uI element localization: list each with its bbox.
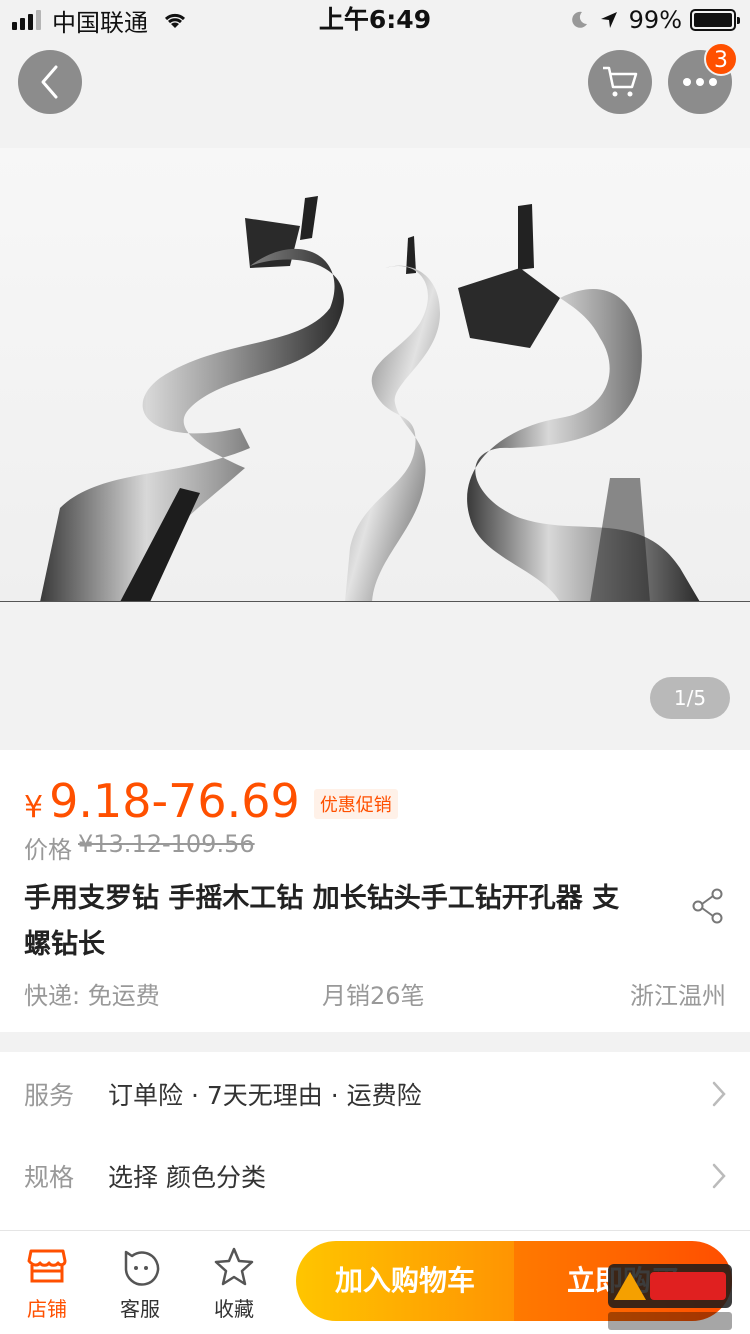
currency-symbol: ¥ — [24, 790, 44, 825]
service-card: 服务 订单险 · 7天无理由 · 运费险 规格 选择 颜色分类 — [0, 1052, 750, 1230]
product-title: 手用支罗钻 手摇木工钻 加长钻头手工钻开孔器 支螺钻长 — [24, 883, 620, 960]
customer-service-button[interactable]: 客服 — [100, 1245, 180, 1322]
battery-percent: 99% — [628, 6, 682, 34]
more-dots-icon — [683, 78, 717, 86]
battery-fill — [694, 13, 732, 27]
original-price-row: 价格 ¥13.12-109.56 — [24, 830, 255, 865]
status-bar: 中国联通 上午6:49 99% — [0, 0, 750, 40]
image-area-bottom — [0, 603, 750, 750]
product-info-card: ¥ 9.18-76.69 优惠促销 价格 ¥13.12-109.56 手用支罗钻… — [0, 750, 750, 1032]
moon-icon — [571, 11, 587, 28]
original-price: ¥13.12-109.56 — [78, 830, 255, 858]
drill-bits-illustration — [40, 196, 700, 601]
add-to-cart-button[interactable]: 加入购物车 — [296, 1241, 514, 1321]
chevron-right-icon — [712, 1081, 726, 1107]
status-right: 99% — [569, 4, 740, 36]
customer-service-label: 客服 — [120, 1297, 160, 1321]
store-icon — [27, 1249, 67, 1283]
meta-row: 快递: 免运费 月销26笔 浙江温州 — [24, 976, 726, 1012]
price-value: 9.18-76.69 — [49, 774, 300, 828]
battery-icon — [690, 9, 740, 31]
ship-location: 浙江温州 — [630, 982, 726, 1010]
service-label: 服务 — [24, 1081, 75, 1110]
chevron-left-icon — [41, 65, 58, 99]
shop-button[interactable]: 店铺 — [7, 1245, 87, 1322]
shopping-cart-icon — [603, 66, 638, 97]
location-arrow-icon — [600, 12, 617, 28]
image-pager: 1/5 — [650, 677, 730, 719]
shipping-info: 快递: 免运费 — [24, 982, 160, 1010]
more-button[interactable]: 3 — [668, 42, 738, 114]
spec-value: 选择 颜色分类 — [108, 1163, 266, 1192]
product-image[interactable] — [0, 148, 750, 602]
service-value: 订单险 · 7天无理由 · 运费险 — [108, 1081, 422, 1110]
service-row[interactable]: 服务 订单险 · 7天无理由 · 运费险 — [0, 1052, 750, 1136]
back-button[interactable] — [18, 50, 82, 114]
chevron-right-icon — [712, 1163, 726, 1189]
customer-service-icon — [124, 1250, 160, 1286]
spec-label: 规格 — [24, 1163, 75, 1192]
share-icon — [692, 888, 723, 924]
original-price-label: 价格 — [24, 836, 72, 864]
monthly-sales: 月销26笔 — [322, 982, 425, 1010]
spec-row[interactable]: 规格 选择 颜色分类 — [0, 1134, 750, 1218]
favorite-button[interactable]: 收藏 — [194, 1245, 274, 1322]
star-icon — [214, 1247, 254, 1286]
price-row: ¥ 9.18-76.69 优惠促销 — [24, 774, 398, 828]
promo-tag[interactable]: 优惠促销 — [313, 789, 398, 819]
favorite-label: 收藏 — [214, 1297, 254, 1321]
watermark-logo — [604, 1262, 736, 1334]
notification-badge: 3 — [704, 42, 738, 76]
shop-label: 店铺 — [27, 1297, 67, 1321]
cart-button[interactable] — [588, 50, 652, 114]
share-button[interactable] — [688, 886, 728, 926]
